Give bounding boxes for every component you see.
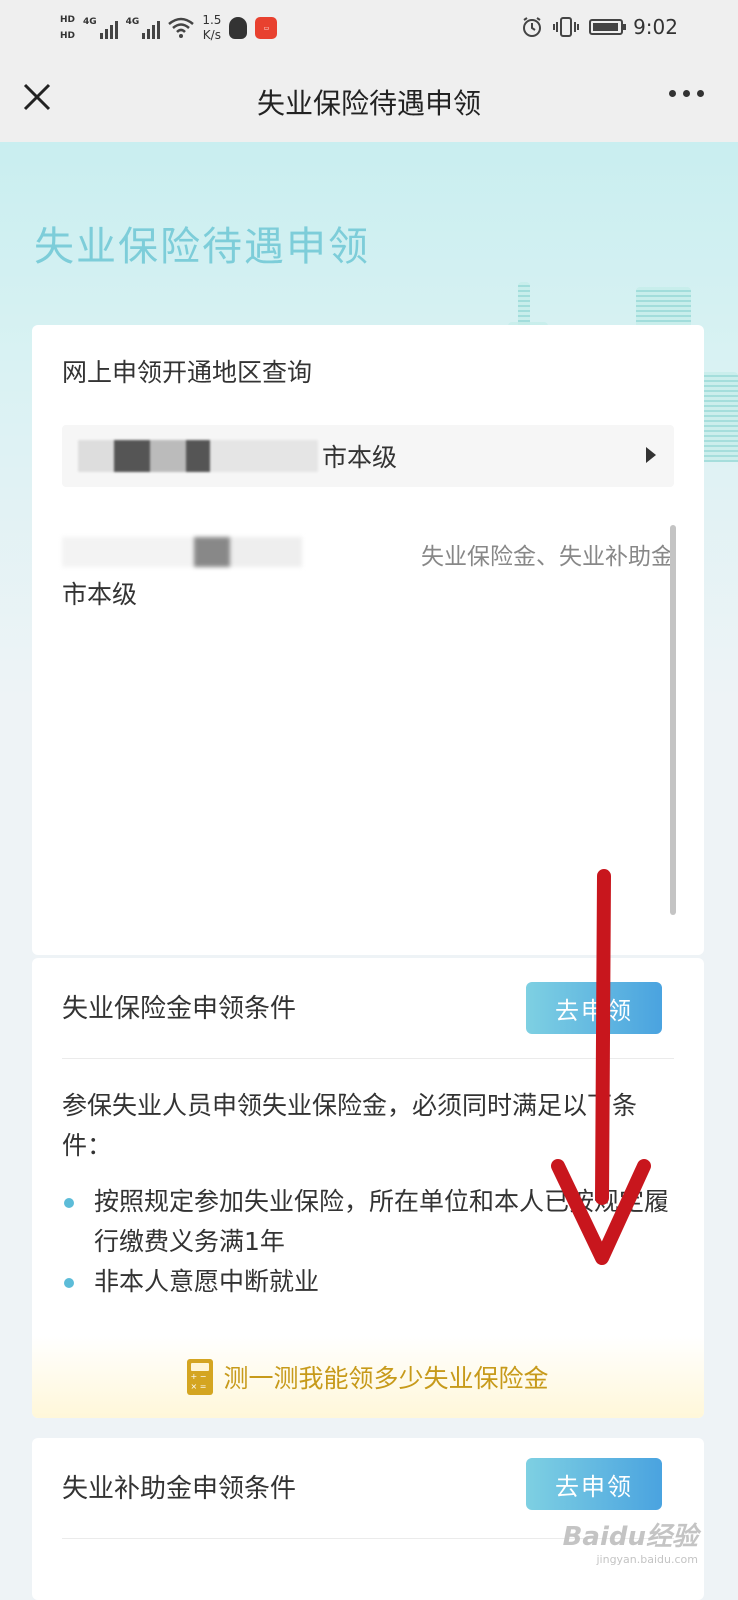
region-result-row: 市本级 失业保险金、失业补助金 [62, 533, 674, 613]
network-label-2: 4G [125, 17, 140, 27]
caret-right-icon [646, 447, 656, 463]
network-label-1: 4G [83, 17, 97, 27]
region-query-card: 网上申领开通地区查询 市本级 市本级 失业保险金、失业补助金 [32, 325, 704, 955]
baidu-watermark: Baidu经验 jingyan.baidu.com [563, 1516, 698, 1566]
redacted-region-name [78, 440, 318, 472]
region-query-heading: 网上申领开通地区查询 [62, 358, 313, 387]
wifi-icon [168, 17, 195, 38]
insurance-section-title: 失业保险金申领条件 [62, 994, 297, 1024]
benefit-calculator-link[interactable]: 测一测我能领多少失业保险金 [32, 1336, 704, 1418]
insurance-intro-text: 参保失业人员申领失业保险金，必须同时满足以下条件： [62, 1091, 638, 1160]
region-select[interactable]: 市本级 [62, 425, 674, 487]
speed-value: 1.5 [202, 13, 222, 27]
watermark-url: jingyan.baidu.com [596, 1553, 698, 1566]
condition-text-2: 非本人意愿中断就业 [94, 1267, 320, 1296]
hd-label-2: HD [60, 31, 76, 41]
hd-indicator: HD HD [60, 13, 75, 43]
insurance-conditions-list: 按照规定参加失业保险，所在单位和本人已按规定履行缴费义务满1年 非本人意愿中断就… [62, 1182, 674, 1302]
hd-label-1: HD [60, 15, 76, 25]
speed-unit: K/s [202, 28, 221, 42]
top-nav-bar: 失业保险待遇申领 [0, 56, 738, 142]
scrollbar[interactable] [670, 525, 676, 915]
battery-icon [589, 19, 627, 35]
condition-text-1: 按照规定参加失业保险，所在单位和本人已按规定履行缴费义务满1年 [94, 1187, 670, 1256]
qq-icon [229, 17, 248, 39]
bullet-dot-icon [64, 1278, 74, 1288]
subsidy-section-title: 失业补助金申领条件 [62, 1474, 297, 1504]
subsidy-apply-button[interactable]: 去申领 [526, 1458, 662, 1510]
network-speed: 1.5 K/s [202, 13, 221, 43]
vibrate-icon [553, 17, 580, 37]
region-result-types: 失业保险金、失业补助金 [421, 544, 674, 570]
list-item: 按照规定参加失业保险，所在单位和本人已按规定履行缴费义务满1年 [62, 1182, 674, 1262]
signal-icon: 4G [83, 17, 118, 39]
insurance-conditions-card: 失业保险金申领条件 去申领 参保失业人员申领失业保险金，必须同时满足以下条件： … [32, 958, 704, 1418]
region-select-value: 市本级 [322, 443, 398, 472]
hero-title: 失业保险待遇申领 [34, 224, 370, 270]
bullet-dot-icon [64, 1198, 74, 1208]
status-bar: HD HD 4G 4G 1.5 K/s ▭ 9:02 [0, 0, 738, 56]
app-notification-icon: ▭ [255, 17, 278, 39]
calculator-icon [187, 1359, 214, 1395]
divider [62, 1058, 674, 1059]
benefit-calculator-label: 测一测我能领多少失业保险金 [223, 1364, 549, 1393]
region-result-area: 市本级 [62, 580, 138, 609]
redacted-result-name [62, 537, 302, 567]
list-item: 非本人意愿中断就业 [62, 1262, 674, 1302]
clock-time: 9:02 [633, 15, 678, 39]
watermark-brand: Baidu经验 [562, 1522, 698, 1552]
alarm-icon [523, 17, 542, 37]
page-title: 失业保险待遇申领 [256, 87, 481, 120]
insurance-apply-button[interactable]: 去申领 [526, 982, 662, 1034]
more-icon[interactable] [669, 90, 704, 97]
signal-icon-2: 4G [126, 17, 161, 39]
